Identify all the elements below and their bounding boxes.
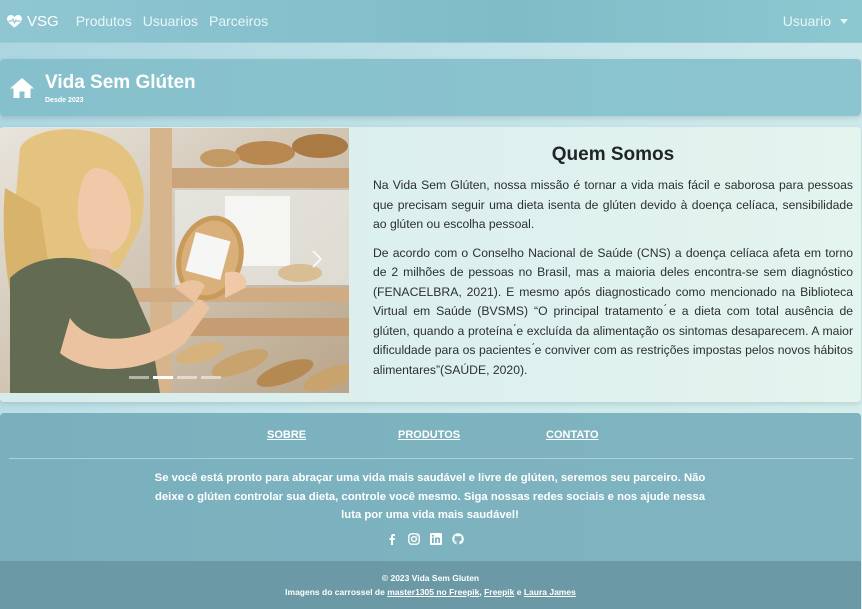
image-credits: Imagens do carrossel de master1305 no Fr… (0, 587, 861, 597)
social-links (386, 533, 474, 545)
carousel-indicator-1[interactable] (129, 376, 149, 379)
footer-link-contato[interactable]: CONTATO (546, 429, 599, 441)
footer-links: SOBRE PRODUTOS CONTATO (0, 429, 861, 443)
credit-link-master1305[interactable]: master1305 no Freepik (387, 587, 479, 597)
footer-divider (9, 458, 854, 459)
about-title: Quem Somos (551, 144, 675, 165)
heart-pulse-icon (7, 14, 22, 28)
footer-bottom: © 2023 Vida Sem Gluten Imagens do carros… (0, 561, 861, 609)
about-paragraph-2: De acordo com o Conselho Nacional de Saú… (373, 245, 853, 377)
caret-down-icon (840, 18, 848, 24)
image-carousel[interactable] (0, 128, 349, 393)
footer: SOBRE PRODUTOS CONTATO Se você está pron… (0, 413, 861, 561)
home-icon (9, 77, 35, 99)
navbar: VSG Produtos Usuarios Parceiros Usuario (0, 0, 862, 43)
brand-link[interactable]: VSG (7, 13, 59, 30)
carousel-indicators (129, 376, 225, 379)
chevron-right-icon[interactable] (312, 250, 322, 268)
page-banner: Vida Sem Glúten Desde 2023 (0, 59, 861, 116)
nav-links: Produtos Usuarios Parceiros (76, 13, 279, 29)
page-title: Vida Sem Glúten (45, 71, 196, 93)
credit-link-freepik[interactable]: Freepik (484, 587, 514, 597)
nav-link-parceiros[interactable]: Parceiros (209, 13, 268, 29)
carousel-slide-image (0, 128, 349, 393)
carousel-indicator-4[interactable] (201, 376, 221, 379)
linkedin-icon[interactable] (430, 533, 442, 545)
carousel-indicator-2[interactable] (153, 376, 173, 379)
nav-link-produtos[interactable]: Produtos (76, 13, 132, 29)
brand-name: VSG (27, 12, 59, 30)
github-icon[interactable] (452, 533, 464, 545)
credit-link-laura-james[interactable]: Laura James (524, 587, 576, 597)
footer-message: Se você está pronto para abraçar uma vid… (154, 472, 706, 521)
facebook-icon[interactable] (386, 533, 398, 545)
nav-link-usuarios[interactable]: Usuarios (143, 13, 198, 29)
about-section: Quem Somos Na Vida Sem Glúten, nossa mis… (373, 144, 853, 389)
footer-link-produtos[interactable]: PRODUTOS (398, 429, 460, 441)
copyright-text: © 2023 Vida Sem Gluten (381, 573, 480, 583)
instagram-icon[interactable] (408, 533, 420, 545)
credits-separator-comma: , (479, 587, 482, 597)
about-card: Quem Somos Na Vida Sem Glúten, nossa mis… (0, 127, 861, 402)
carousel-indicator-3[interactable] (177, 376, 197, 379)
credits-separator-and: e (516, 587, 522, 597)
banner-text: Vida Sem Glúten Desde 2023 (45, 72, 196, 104)
about-paragraph-1: Na Vida Sem Glúten, nossa missão é torna… (373, 178, 853, 231)
user-dropdown-label: Usuario (782, 13, 831, 29)
page-subtitle: Desde 2023 (45, 96, 84, 104)
credits-prefix: Imagens do carrossel de (285, 587, 385, 597)
user-dropdown[interactable]: Usuario (783, 13, 848, 29)
footer-link-sobre[interactable]: SOBRE (267, 429, 306, 441)
